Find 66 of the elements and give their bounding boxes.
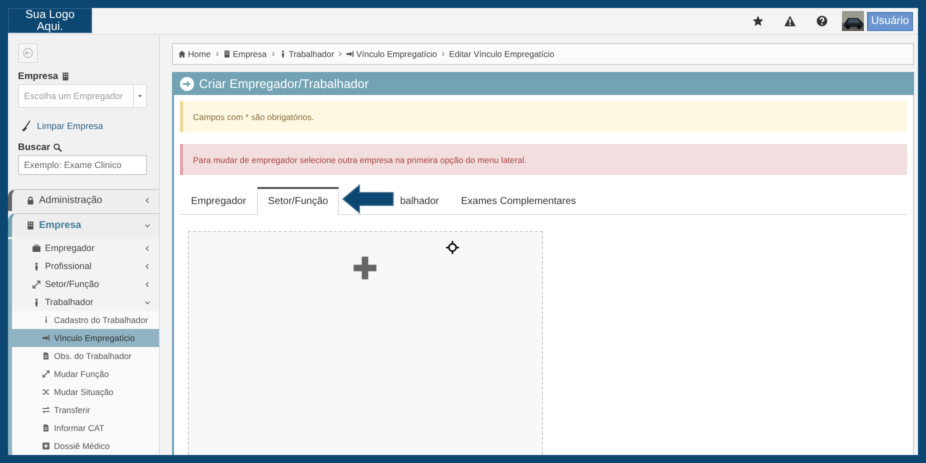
chevron-right-icon [270, 51, 276, 57]
danger-alert: Para mudar de empregador selecione outra empresa na primeira opção do menu lateral. [180, 144, 907, 175]
menu-item[interactable]: Empresa [8, 213, 159, 237]
submenu-item[interactable]: Mudar Situação [12, 383, 159, 401]
chevron-right-icon [337, 51, 344, 57]
warning-icon[interactable] [784, 15, 796, 27]
field-label: Buscar [18, 142, 50, 153]
briefcase-icon [32, 244, 41, 252]
chevron-right-icon [214, 51, 220, 57]
submenu-item[interactable]: Mudar Função [12, 365, 159, 383]
broom-icon [21, 120, 33, 132]
document-icon [42, 352, 50, 360]
submenu-item[interactable]: Empregador [12, 239, 159, 257]
building-icon [26, 221, 35, 230]
plus-icon [352, 255, 378, 281]
chevron-down-icon [144, 298, 151, 306]
tab[interactable]: balhador [397, 187, 450, 215]
help-icon[interactable] [816, 15, 828, 27]
breadcrumb-link[interactable]: Home [188, 49, 211, 59]
breadcrumb-link[interactable]: Empresa [232, 49, 267, 59]
home-icon [178, 50, 186, 58]
chevron-left-icon [144, 197, 151, 204]
submenu-item[interactable]: Obs. do Trabalhador [12, 347, 159, 365]
panel-title: Criar Empregador/Trabalhador [199, 76, 369, 90]
diagonal-arrows-icon [42, 370, 50, 378]
chevron-left-icon [144, 280, 151, 288]
building-icon [61, 72, 70, 81]
plus-square-icon [42, 442, 50, 450]
arrow [341, 184, 396, 214]
breadcrumb-link[interactable]: Trabalhador [288, 49, 334, 59]
sign-in-circle-icon [180, 76, 194, 90]
chevron-left-icon [144, 244, 151, 252]
submenu-item[interactable]: Setor/Função [12, 275, 159, 293]
crosshair-icon [446, 241, 459, 254]
sign-in-icon [346, 50, 354, 58]
lock-icon [26, 196, 35, 205]
field-label: Empresa [18, 71, 58, 82]
submenu-item[interactable]: Vínculo Empregatício [12, 329, 159, 347]
chevron-down-icon [144, 222, 151, 229]
swap-arrows-icon [42, 406, 50, 414]
breadcrumb-link[interactable]: Vínculo Empregatício [356, 49, 438, 59]
shuffle-icon [42, 388, 50, 396]
submenu-item[interactable]: Cadastro do Trabalhador [12, 311, 159, 329]
sign-in-icon [42, 334, 50, 342]
submenu-item[interactable]: Informar CAT [12, 419, 159, 437]
chevron-left-icon [144, 262, 151, 270]
warning-alert: Campos com * são obrigatórios. [180, 101, 907, 132]
submenu-item[interactable]: Trabalhador [12, 293, 159, 311]
star-icon[interactable] [752, 15, 764, 27]
tab[interactable]: Exames Complementares [450, 187, 588, 215]
tab[interactable]: Empregador [180, 187, 258, 215]
document-icon [42, 424, 50, 432]
menu-item[interactable]: Administração [8, 189, 159, 211]
submenu-item[interactable]: Transferir [12, 401, 159, 419]
chevron-right-icon [440, 51, 446, 57]
search-icon [53, 143, 62, 152]
search-field[interactable]: Exemplo: Exame Clinico [18, 155, 147, 175]
submenu-item[interactable]: Dossiê Médico [12, 437, 159, 455]
clear-company-link[interactable]: Limpar Empresa [37, 121, 104, 131]
building-icon [222, 50, 231, 58]
breadcrumb-link[interactable]: Editar Vínculo Empregatício [449, 49, 554, 59]
caret-down-icon [136, 92, 144, 100]
logo-placeholder[interactable]: Sua Logo Aqui. [8, 8, 92, 33]
diagonal-arrows-icon [32, 280, 41, 288]
submenu-item[interactable]: Profissional [12, 257, 159, 275]
tab[interactable]: Setor/Função [257, 187, 340, 215]
